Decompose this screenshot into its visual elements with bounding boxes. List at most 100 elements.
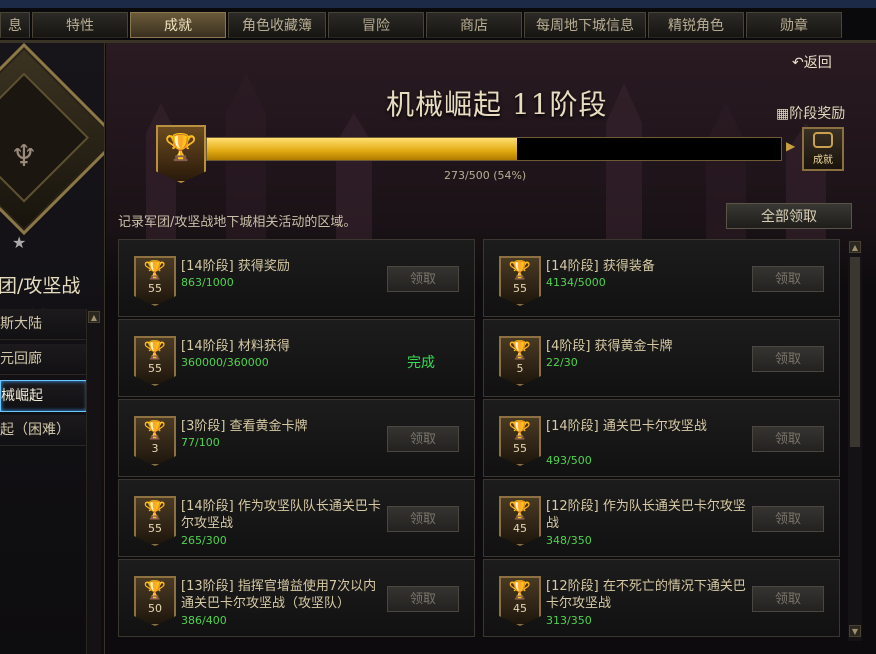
achievement-progress: 22/30 (546, 356, 578, 369)
achievement-progress: 77/100 (181, 436, 220, 449)
arrow-right-icon: ▶ (786, 139, 796, 153)
achievement-level: 45 (513, 522, 527, 535)
back-button[interactable]: ↶返回 (792, 52, 832, 72)
achievement-progress: 313/350 (546, 614, 592, 627)
trophy-icon: 🏆 50 (134, 576, 176, 626)
category-item[interactable]: 元回廊 (0, 344, 86, 375)
achievement-card: 🏆 3 [3阶段] 查看黄金卡牌 77/100 领取 (118, 399, 475, 477)
top-strip (0, 0, 876, 8)
achievement-name: [12阶段] 在不死亡的情况下通关巴卡尔攻坚战 (546, 579, 746, 611)
achievement-name: [14阶段] 获得奖励 (181, 259, 290, 274)
trophy-icon: 🏆 55 (134, 256, 176, 306)
achievement-level: 3 (151, 442, 159, 455)
claim-button[interactable]: 领取 (387, 586, 459, 612)
achievement-level: 55 (513, 442, 527, 455)
achievement-level: 55 (148, 522, 162, 535)
left-panel: ♆ ★ 团/攻坚战 誉冒险家> 38% 斯大陆 元回廊 械崛起 起（困难） ▲ (0, 43, 105, 654)
claim-button[interactable]: 领取 (752, 346, 824, 372)
claim-button[interactable]: 领取 (752, 426, 824, 452)
achievement-name: [4阶段] 获得黄金卡牌 (546, 339, 673, 354)
completed-label: 完成 (407, 355, 435, 371)
tab-shop[interactable]: 商店 (426, 12, 522, 38)
achievement-progress: 493/500 (546, 454, 592, 467)
category-item[interactable]: 斯大陆 (0, 309, 86, 340)
achievement-card: 🏆 55 [14阶段] 通关巴卡尔攻坚战 493/500 领取 (483, 399, 840, 477)
achievement-progress: 863/1000 (181, 276, 234, 289)
trophy-icon: 🏆 55 (134, 336, 176, 386)
achievement-card: 🏆 55 [14阶段] 获得奖励 863/1000 领取 (118, 239, 475, 317)
claim-button[interactable]: 领取 (387, 506, 459, 532)
tab-elite-character[interactable]: 精锐角色 (648, 12, 744, 38)
trophy-icon: 🏆 45 (499, 496, 541, 546)
achievement-level: 50 (148, 602, 162, 615)
achievement-level: 55 (148, 362, 162, 375)
claim-button[interactable]: 领取 (387, 426, 459, 452)
scroll-up-icon[interactable]: ▲ (849, 241, 861, 253)
trophy-icon: 🏆 5 (499, 336, 541, 386)
trophy-icon: 🏆 55 (499, 416, 541, 466)
achievement-card: 🏆 45 [12阶段] 作为队长通关巴卡尔攻坚战 348/350 领取 (483, 479, 840, 557)
achievement-name: [13阶段] 指挥官增益使用7次以内通关巴卡尔攻坚战（攻坚队） (181, 579, 377, 611)
stage-progress-text: 273/500 (54%) (444, 169, 527, 182)
stage-title: 机械崛起 11阶段 (386, 88, 608, 121)
left-scrollbar[interactable]: ▲ (86, 309, 101, 654)
list-scrollbar[interactable]: ▲ ▼ (848, 239, 862, 641)
tab-traits[interactable]: 特性 (32, 12, 128, 38)
claim-button[interactable]: 领取 (752, 266, 824, 292)
tab-bar: 息 特性 成就 角色收藏簿 冒险 商店 每周地下城信息 精锐角色 勋章 (0, 12, 876, 40)
stage-progress-bar (206, 137, 782, 161)
achievement-progress: 360000/360000 (181, 356, 269, 369)
trophy-icon: 🏆 45 (499, 576, 541, 626)
achievement-card: 🏆 55 [14阶段] 获得装备 4134/5000 领取 (483, 239, 840, 317)
demon-crest-icon: ♆ (10, 139, 38, 174)
stage-reward-chest[interactable]: 成就 (802, 127, 844, 171)
tab-adventure[interactable]: 冒险 (328, 12, 424, 38)
achievement-name: [12阶段] 作为队长通关巴卡尔攻坚战 (546, 499, 746, 531)
reward-box-icon: ▦ (776, 106, 790, 122)
achievement-name: [14阶段] 获得装备 (546, 259, 655, 274)
achievement-card: 🏆 55 [14阶段] 作为攻坚队队长通关巴卡尔攻坚战 265/300 领取 (118, 479, 475, 557)
achievement-progress: 386/400 (181, 614, 227, 627)
achievement-card: 🏆 50 [13阶段] 指挥官增益使用7次以内通关巴卡尔攻坚战（攻坚队） 386/40… (118, 559, 475, 637)
stage-progress-fill (207, 138, 517, 160)
tab-achievements[interactable]: 成就 (130, 12, 226, 38)
achievement-level: 5 (516, 362, 524, 375)
achievement-name: [14阶段] 材料获得 (181, 339, 290, 354)
achievement-card: 🏆 45 [12阶段] 在不死亡的情况下通关巴卡尔攻坚战 313/350 领取 (483, 559, 840, 637)
tab-medals[interactable]: 勋章 (746, 12, 842, 38)
achievement-card: 🏆 5 [4阶段] 获得黄金卡牌 22/30 领取 (483, 319, 840, 397)
stage-reward-label[interactable]: ▦阶段奖励 (776, 103, 845, 123)
achievement-name: [3阶段] 查看黄金卡牌 (181, 419, 308, 434)
tab-collection[interactable]: 角色收藏簿 (228, 12, 326, 38)
tab-0[interactable]: 息 (0, 12, 30, 38)
achievement-level: 55 (148, 282, 162, 295)
achievement-level: 55 (513, 282, 527, 295)
claim-button[interactable]: 领取 (752, 506, 824, 532)
trophy-icon: 🏆 3 (134, 416, 176, 466)
achievement-level: 45 (513, 602, 527, 615)
achievement-progress: 4134/5000 (546, 276, 606, 289)
trophy-icon: 🏆 55 (499, 256, 541, 306)
star-icon: ★ (12, 233, 27, 252)
trophy-icon: 🏆 55 (134, 496, 176, 546)
achievement-progress: 348/350 (546, 534, 592, 547)
scroll-up-icon[interactable]: ▲ (88, 311, 100, 323)
tab-weekly-dungeon[interactable]: 每周地下城信息 (524, 12, 646, 38)
claim-all-button[interactable]: 全部领取 (726, 203, 852, 229)
claim-button[interactable]: 领取 (752, 586, 824, 612)
category-item-selected[interactable]: 械崛起 (0, 380, 88, 412)
main-panel: ↶返回 机械崛起 11阶段 ▦阶段奖励 🏆 ▶ 成就 273/500 (54%)… (106, 43, 876, 654)
category-item[interactable]: 起（困难） (0, 415, 86, 446)
chest-icon (813, 132, 833, 148)
achievement-progress: 265/300 (181, 534, 227, 547)
achievement-card: 🏆 55 [14阶段] 材料获得 360000/360000 完成 (118, 319, 475, 397)
claim-button[interactable]: 领取 (387, 266, 459, 292)
category-name: 团/攻坚战 (0, 275, 81, 297)
scroll-down-icon[interactable]: ▼ (849, 625, 861, 637)
category-description: 记录军团/攻坚战地下城相关活动的区域。 (118, 215, 357, 230)
achievement-name: [14阶段] 作为攻坚队队长通关巴卡尔攻坚战 (181, 499, 381, 531)
achievement-name: [14阶段] 通关巴卡尔攻坚战 (546, 419, 707, 434)
trophy-icon: 🏆 (156, 125, 206, 183)
scrollbar-thumb[interactable] (850, 257, 860, 447)
return-arrow-icon: ↶ (792, 55, 804, 71)
